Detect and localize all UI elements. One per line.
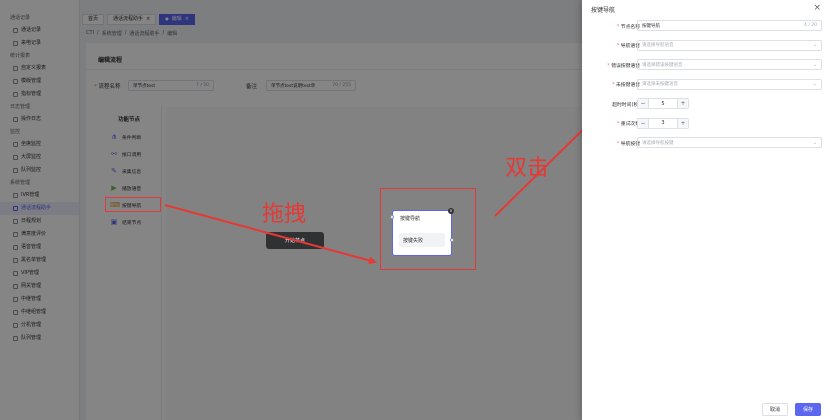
- drawer-title: 按键导航: [591, 7, 616, 14]
- cancel-button[interactable]: 取消: [762, 403, 788, 416]
- form-label: 超时时间(秒): [612, 102, 640, 108]
- minus-icon[interactable]: −: [638, 118, 649, 128]
- field-text: 按键导航: [642, 23, 660, 29]
- field-text: 请选择导航语音: [642, 43, 674, 48]
- select-field[interactable]: 请选择导航按键 ⌄: [637, 137, 822, 148]
- form-label: * 错误按键语音: [607, 63, 640, 69]
- stepper-value: 5: [661, 100, 665, 107]
- drag-annotation: 拖拽: [262, 202, 307, 227]
- plus-icon[interactable]: +: [677, 118, 688, 128]
- field-text: 请选择未按键语音: [642, 82, 678, 87]
- chevron-down-icon: ⌄: [812, 81, 817, 87]
- plus-icon[interactable]: +: [677, 99, 688, 108]
- select-field[interactable]: 请选择导航语音 ⌄: [637, 39, 822, 51]
- text-field[interactable]: 按键导航 4 / 20: [637, 20, 822, 31]
- number-stepper[interactable]: − 5 +: [637, 98, 689, 109]
- chevron-down-icon: ⌄: [812, 42, 817, 48]
- double-click-annotation: 双击: [505, 156, 550, 181]
- form-label: * 未按键语音: [612, 83, 640, 88]
- char-count: 4 / 20: [804, 23, 817, 28]
- node-config-drawer: 按键导航 × * 节点名称 按键导航 4 / 20 * 导航语音 请选择导航语音 ⌄ * 错…: [582, 0, 830, 420]
- save-button[interactable]: 保存: [795, 403, 821, 416]
- chevron-down-icon: ⌄: [812, 139, 817, 146]
- number-stepper[interactable]: − 3 +: [637, 117, 689, 129]
- field-text: 请选择导航按键: [642, 140, 674, 146]
- select-field[interactable]: 请选择错误按键语音 ⌄: [637, 59, 822, 70]
- stepper-value: 3: [661, 120, 665, 126]
- select-field[interactable]: 请选择未按键语音 ⌄: [637, 78, 822, 90]
- field-text: 请选择错误按键语音: [642, 62, 683, 68]
- minus-icon[interactable]: −: [638, 99, 649, 108]
- chevron-down-icon: ⌄: [812, 61, 817, 68]
- close-icon[interactable]: ×: [813, 3, 821, 13]
